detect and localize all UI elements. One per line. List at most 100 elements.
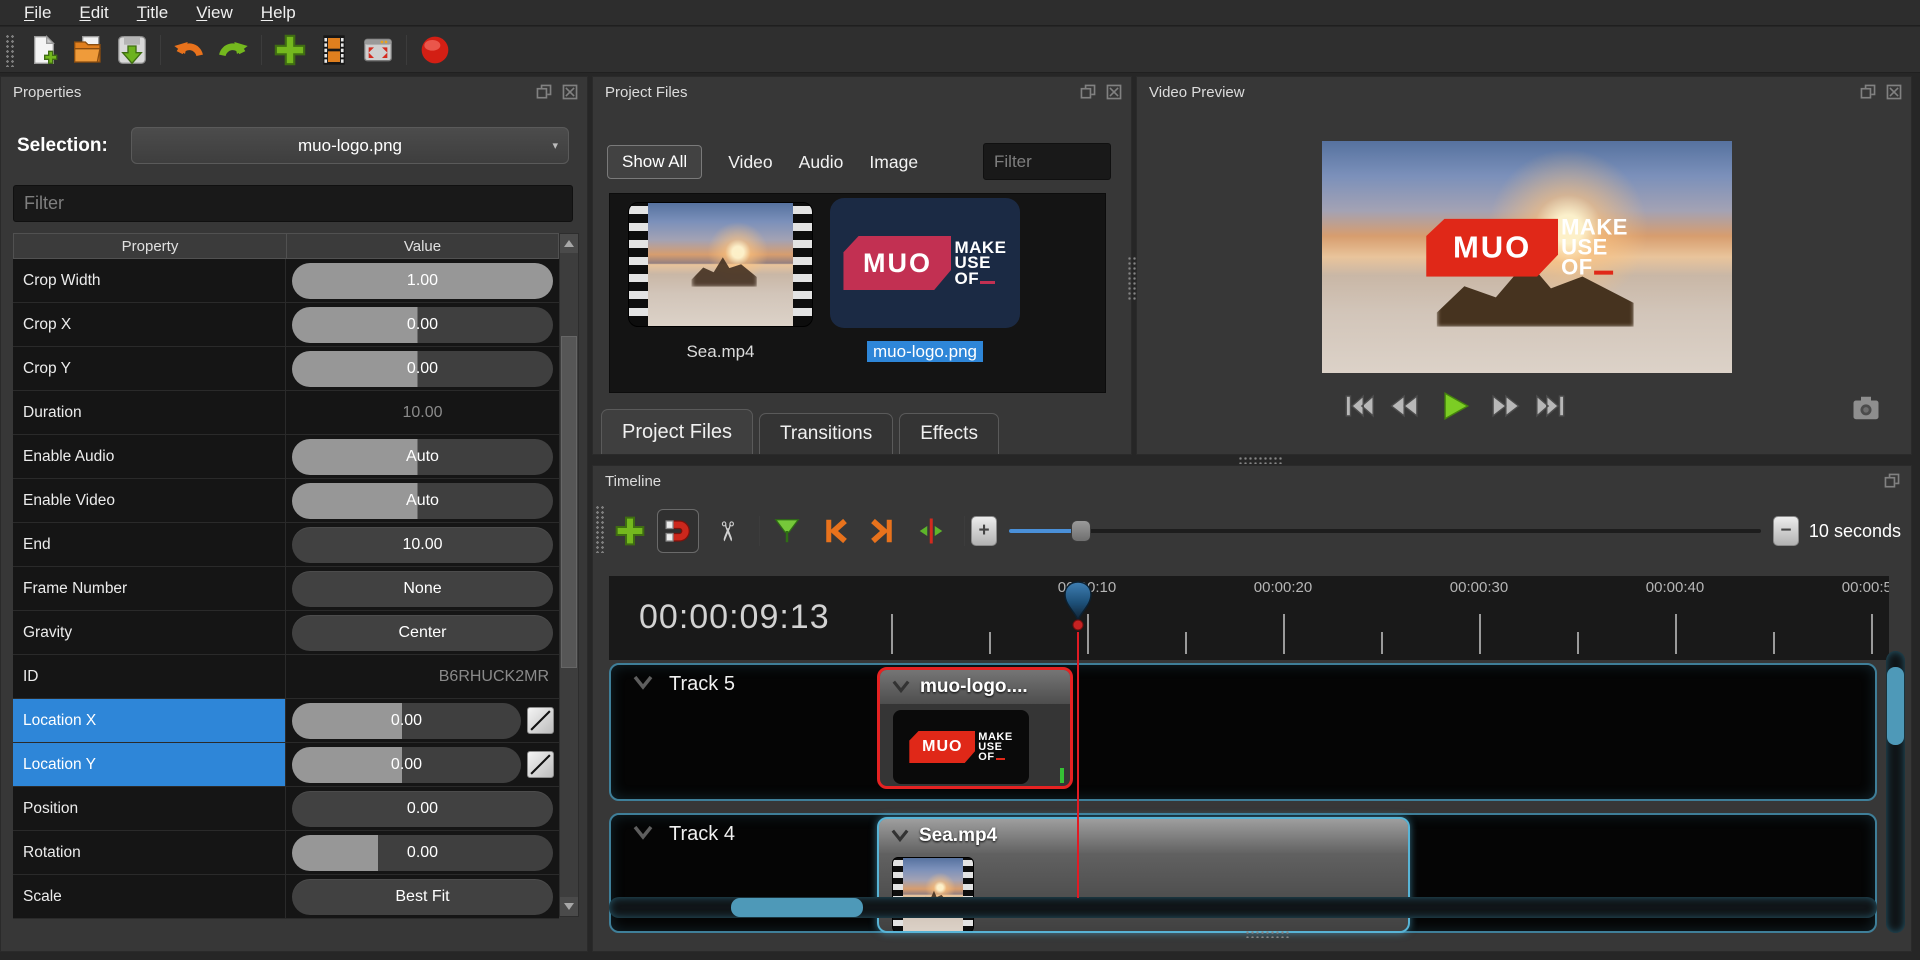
property-row[interactable]: IDB6RHUCK2MR: [13, 655, 559, 699]
file-item-sea[interactable]: Sea.mp4: [628, 202, 813, 327]
file-item-muo-logo[interactable]: MUO MAKEUSEOF muo-logo.png: [830, 198, 1020, 328]
property-row[interactable]: Position0.00: [13, 787, 559, 831]
tab-project-files[interactable]: Project Files: [601, 409, 753, 454]
filter-video-button[interactable]: Video: [728, 152, 772, 173]
zoom-out-button[interactable]: −: [1773, 516, 1799, 546]
filter-show-all-button[interactable]: Show All: [607, 145, 702, 179]
chevron-down-icon[interactable]: [890, 678, 912, 696]
value-pill[interactable]: Center: [292, 615, 553, 651]
properties-scrollbar[interactable]: [559, 233, 579, 917]
zoom-slider-knob[interactable]: [1071, 520, 1091, 542]
rewind-button[interactable]: [1390, 389, 1424, 423]
jump-to-start-button[interactable]: [1342, 389, 1376, 423]
undo-button[interactable]: [169, 30, 209, 70]
menu-help[interactable]: Help: [247, 0, 310, 26]
playhead-marker[interactable]: [1061, 580, 1095, 641]
play-button[interactable]: [1438, 389, 1472, 423]
new-project-button[interactable]: [24, 30, 64, 70]
tab-transitions[interactable]: Transitions: [759, 413, 893, 454]
keyframe-button[interactable]: [527, 707, 554, 734]
menu-edit[interactable]: Edit: [65, 0, 122, 26]
filter-image-button[interactable]: Image: [869, 152, 918, 173]
previous-marker-button[interactable]: [814, 509, 856, 553]
menu-file[interactable]: File: [10, 0, 65, 26]
panel-splitter-handle[interactable]: [1238, 456, 1282, 464]
scrollbar-thumb[interactable]: [731, 898, 863, 917]
value-pill[interactable]: None: [292, 571, 553, 607]
timeline-zoom-slider[interactable]: [1009, 516, 1761, 546]
menu-view[interactable]: View: [182, 0, 247, 26]
value-slider[interactable]: 0.00: [292, 835, 553, 871]
scroll-down-button[interactable]: [560, 897, 578, 916]
files-filter-input[interactable]: [983, 143, 1111, 180]
fullscreen-button[interactable]: [358, 30, 398, 70]
snapshot-button[interactable]: [1850, 393, 1882, 421]
filter-audio-button[interactable]: Audio: [799, 152, 844, 173]
timeline-vertical-scrollbar[interactable]: [1886, 651, 1905, 933]
value-slider[interactable]: 0.00: [292, 351, 553, 387]
property-row[interactable]: Rotation0.00: [13, 831, 559, 875]
property-row[interactable]: Enable AudioAuto: [13, 435, 559, 479]
property-row[interactable]: End10.00: [13, 523, 559, 567]
properties-filter-input[interactable]: [13, 185, 573, 222]
property-row[interactable]: Crop Y0.00: [13, 347, 559, 391]
property-row[interactable]: GravityCenter: [13, 611, 559, 655]
value-slider[interactable]: 0.00: [292, 703, 521, 739]
chevron-down-icon[interactable]: [631, 673, 655, 693]
value-pill[interactable]: 0.00: [292, 791, 553, 827]
bottom-splitter-handle[interactable]: [1245, 930, 1289, 938]
property-row[interactable]: Crop Width1.00: [13, 259, 559, 303]
export-video-button[interactable]: [415, 30, 455, 70]
close-panel-icon[interactable]: [561, 83, 579, 101]
redo-button[interactable]: [213, 30, 253, 70]
property-row-selected[interactable]: Location Y0.00: [13, 743, 559, 787]
choose-profile-button[interactable]: [314, 30, 354, 70]
clip-muo-logo[interactable]: muo-logo.... MUO MAKEUSEOF: [877, 667, 1073, 789]
property-row[interactable]: Frame NumberNone: [13, 567, 559, 611]
float-panel-icon[interactable]: [1859, 83, 1877, 101]
chevron-down-icon[interactable]: [631, 823, 655, 843]
float-panel-icon[interactable]: [1883, 472, 1901, 490]
close-panel-icon[interactable]: [1885, 83, 1903, 101]
snapping-toggle-button[interactable]: [657, 509, 699, 553]
close-panel-icon[interactable]: [1105, 83, 1123, 101]
fast-forward-button[interactable]: [1486, 389, 1520, 423]
add-track-button[interactable]: [609, 509, 651, 553]
value-slider[interactable]: 0.00: [292, 307, 553, 343]
keyframe-button[interactable]: [527, 751, 554, 778]
scrollbar-thumb[interactable]: [1887, 667, 1904, 745]
column-header-property[interactable]: Property: [14, 234, 287, 258]
property-row[interactable]: Duration10.00: [13, 391, 559, 435]
jump-to-end-button[interactable]: [1534, 389, 1568, 423]
chevron-down-icon[interactable]: [889, 827, 911, 845]
import-files-button[interactable]: [270, 30, 310, 70]
center-on-playhead-button[interactable]: [910, 509, 952, 553]
zoom-in-button[interactable]: +: [971, 516, 997, 546]
tab-effects[interactable]: Effects: [899, 413, 999, 454]
value-pill[interactable]: Best Fit: [292, 879, 553, 915]
value-slider[interactable]: Auto: [292, 483, 553, 519]
track-header-5[interactable]: Track 5: [611, 665, 893, 799]
property-row-selected[interactable]: Location X0.00: [13, 699, 559, 743]
menu-title[interactable]: Title: [123, 0, 183, 26]
property-row[interactable]: Crop X0.00: [13, 303, 559, 347]
scroll-up-button[interactable]: [560, 234, 578, 253]
value-pill[interactable]: 10.00: [292, 527, 553, 563]
timeline-ruler[interactable]: 00:00:09:13 00:00:10 00:00:20 00:00:30 0…: [609, 576, 1889, 660]
selection-dropdown[interactable]: muo-logo.png ▾: [131, 127, 569, 164]
toolbar-grip[interactable]: [4, 33, 16, 67]
value-slider[interactable]: 1.00: [292, 263, 553, 299]
timeline-toolbar-grip[interactable]: [595, 505, 604, 553]
add-marker-button[interactable]: [766, 509, 808, 553]
open-project-button[interactable]: [68, 30, 108, 70]
float-panel-icon[interactable]: [1079, 83, 1097, 101]
next-marker-button[interactable]: [862, 509, 904, 553]
value-slider[interactable]: Auto: [292, 439, 553, 475]
razor-tool-button[interactable]: ✂: [705, 509, 747, 553]
float-panel-icon[interactable]: [535, 83, 553, 101]
column-header-value[interactable]: Value: [287, 234, 558, 258]
property-row[interactable]: ScaleBest Fit: [13, 875, 559, 919]
property-row[interactable]: Enable VideoAuto: [13, 479, 559, 523]
value-slider[interactable]: 0.00: [292, 747, 521, 783]
save-project-button[interactable]: [112, 30, 152, 70]
